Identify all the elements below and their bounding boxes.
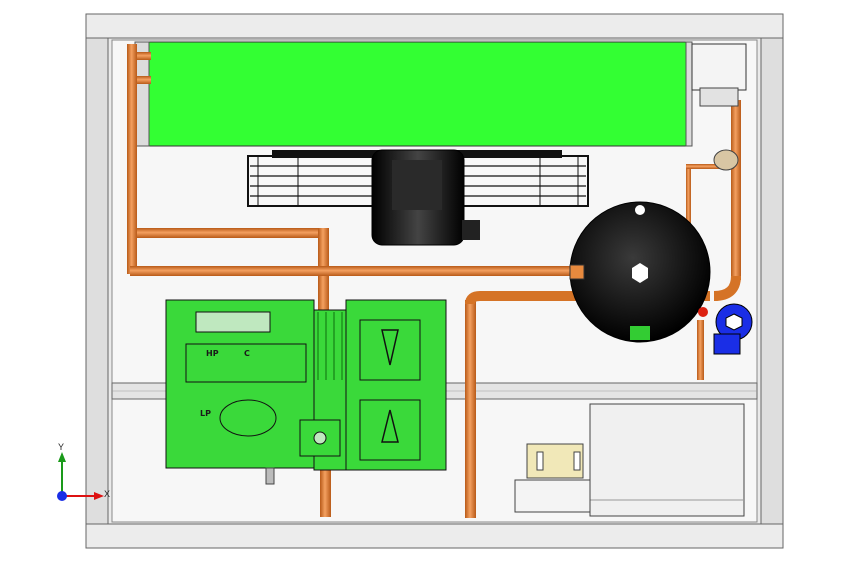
x-axis-label: X: [104, 489, 111, 499]
lp-label: LP: [200, 409, 211, 418]
hp-label: HP: [206, 349, 219, 358]
y-axis-label: Y: [58, 442, 65, 452]
z-axis-dot: [57, 491, 67, 501]
refrigeration-unit-cad-view: [57, 13, 784, 549]
c-label: C: [244, 349, 250, 358]
liquid-receiver: [569, 201, 711, 343]
condenser-coil: [134, 41, 693, 147]
compressor: [165, 299, 447, 485]
